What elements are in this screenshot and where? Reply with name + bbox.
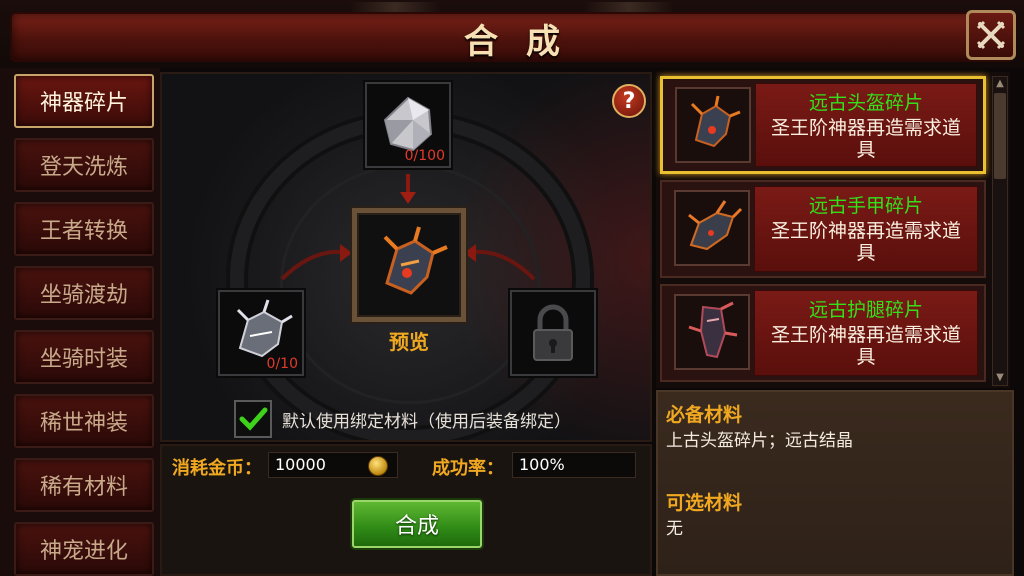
item-icon-frame: [675, 87, 751, 163]
scroll-down-icon[interactable]: ▼: [993, 371, 1007, 385]
scroll-thumb[interactable]: [994, 93, 1006, 179]
sidebar: 神器碎片 登天洗炼 王者转换 坐骑渡劫 坐骑时装 稀世神装 稀有材料 神宠进化: [0, 68, 160, 576]
craft-panel: ? 0/100 预览 0/10 默认使用绑定材料（使用后装备绑定）: [160, 72, 652, 442]
page-title: 合成: [464, 22, 588, 62]
material-slot-top[interactable]: 0/100: [365, 82, 451, 168]
item-description: 圣王阶神器再造需求道具: [770, 220, 961, 264]
legguard-icon: [688, 301, 738, 359]
item-name: 远古头盔碎片: [808, 92, 923, 114]
material-count: 0/10: [266, 356, 298, 372]
help-button[interactable]: ?: [612, 84, 646, 118]
checkmark-icon: [239, 407, 268, 431]
sidebar-item-mount-fashion[interactable]: 坐骑时装: [14, 330, 154, 384]
sidebar-item-label: 稀有材料: [39, 475, 128, 500]
close-icon: [976, 20, 1006, 50]
sidebar-item-ascend-refine[interactable]: 登天洗炼: [14, 138, 154, 192]
success-rate-label: 成功率：: [432, 458, 504, 479]
item-name: 远古护腿碎片: [808, 299, 923, 321]
fragment-list: 远古头盔碎片 圣王阶神器再造需求道具 远古手甲碎片 圣王阶神器再造需求道具 远古: [656, 72, 1010, 388]
sidebar-item-label: 坐骑渡劫: [39, 283, 128, 308]
gauntlet-icon: [688, 200, 743, 251]
bind-checkbox[interactable]: [234, 400, 272, 438]
list-item[interactable]: 远古手甲碎片 圣王阶神器再造需求道具: [660, 180, 986, 278]
item-body: 远古手甲碎片 圣王阶神器再造需求道具: [754, 186, 978, 272]
gold-coin-icon: [368, 456, 388, 476]
item-description: 圣王阶神器再造需求道具: [770, 324, 961, 368]
materials-panel: 必备材料 上古头盔碎片；远古结晶 可选材料 无: [656, 390, 1014, 576]
item-icon-frame: [674, 190, 750, 266]
required-materials-text: 上古头盔碎片；远古结晶: [666, 431, 853, 451]
required-materials-title: 必备材料: [666, 404, 743, 426]
sidebar-item-label: 神宠进化: [39, 539, 128, 564]
item-body: 远古护腿碎片 圣王阶神器再造需求道具: [754, 290, 978, 376]
lock-icon: [533, 304, 573, 361]
craft-button[interactable]: 合成: [352, 500, 482, 548]
success-rate-value: 100%: [512, 452, 636, 478]
help-icon: ?: [622, 88, 636, 114]
item-name: 远古手甲碎片: [808, 195, 923, 217]
locked-slot[interactable]: [510, 290, 596, 376]
material-count: 0/100: [404, 148, 445, 164]
list-item[interactable]: 远古护腿碎片 圣王阶神器再造需求道具: [660, 284, 986, 382]
gold-cost-label: 消耗金币：: [172, 458, 262, 479]
preview-label: 预览: [389, 330, 429, 354]
list-scrollbar[interactable]: ▲ ▼: [992, 76, 1008, 386]
sidebar-item-label: 坐骑时装: [39, 347, 128, 372]
item-body: 远古头盔碎片 圣王阶神器再造需求道具: [755, 83, 977, 167]
item-icon-frame: [674, 294, 750, 370]
sidebar-item-label: 王者转换: [39, 219, 128, 244]
sidebar-item-label: 登天洗炼: [39, 155, 128, 180]
sidebar-item-label: 稀世神装: [39, 411, 128, 436]
helmet-icon: [690, 95, 741, 148]
sidebar-item-mount-tribulation[interactable]: 坐骑渡劫: [14, 266, 154, 320]
sidebar-item-king-convert[interactable]: 王者转换: [14, 202, 154, 256]
cost-panel: 消耗金币： 10000 成功率： 100% 合成: [160, 444, 652, 576]
bind-label: 默认使用绑定材料（使用后装备绑定）: [282, 411, 571, 432]
close-button[interactable]: [966, 10, 1016, 60]
bind-option: 默认使用绑定材料（使用后装备绑定）: [234, 400, 571, 438]
list-item[interactable]: 远古头盔碎片 圣王阶神器再造需求道具: [660, 76, 986, 174]
helmet-icon: [383, 226, 448, 295]
header: 合成: [0, 0, 1024, 68]
material-slot-left[interactable]: 0/10: [218, 290, 304, 376]
sidebar-item-label: 神器碎片: [39, 91, 128, 116]
item-description: 圣王阶神器再造需求道具: [770, 117, 961, 161]
preview-slot[interactable]: [352, 208, 466, 322]
scroll-up-icon[interactable]: ▲: [993, 77, 1007, 91]
sidebar-item-rare-materials[interactable]: 稀有材料: [14, 458, 154, 512]
optional-materials-text: 无: [666, 519, 683, 539]
sidebar-item-rare-gear[interactable]: 稀世神装: [14, 394, 154, 448]
sidebar-item-artifact-fragments[interactable]: 神器碎片: [14, 74, 154, 128]
optional-materials-title: 可选材料: [666, 492, 743, 514]
sidebar-item-pet-evolution[interactable]: 神宠进化: [14, 522, 154, 576]
